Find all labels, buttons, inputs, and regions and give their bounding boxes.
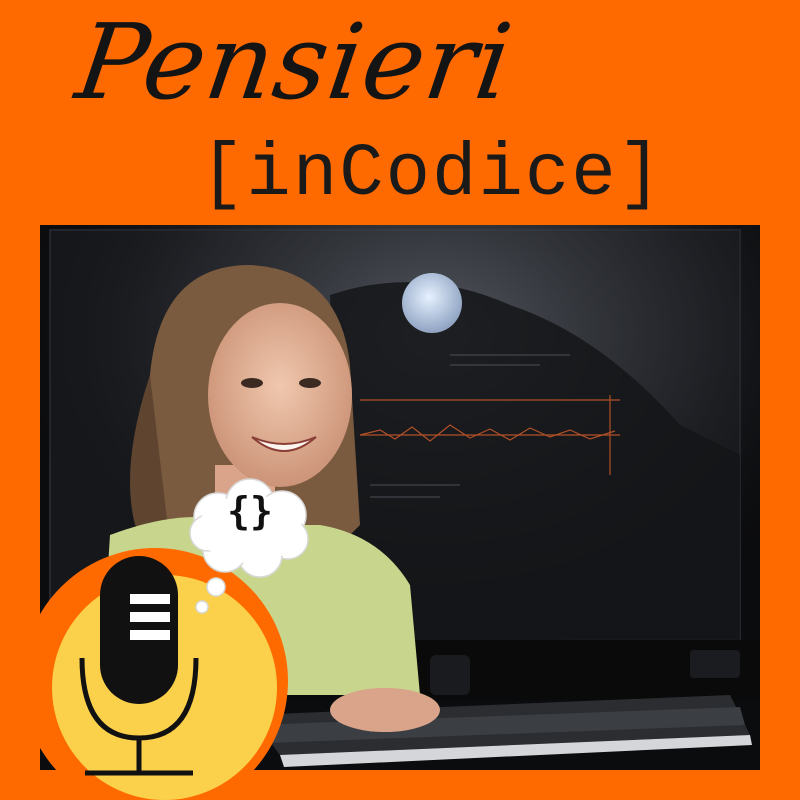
moon xyxy=(402,273,462,333)
podcast-title-script: Pensieri xyxy=(69,1,520,123)
podcast-title-mono: [inCodice] xyxy=(200,133,665,217)
face xyxy=(208,303,352,487)
thought-bubble-symbol: {} xyxy=(227,489,273,533)
podcast-cover: Pensieri [inCodice] {} xyxy=(0,0,800,800)
